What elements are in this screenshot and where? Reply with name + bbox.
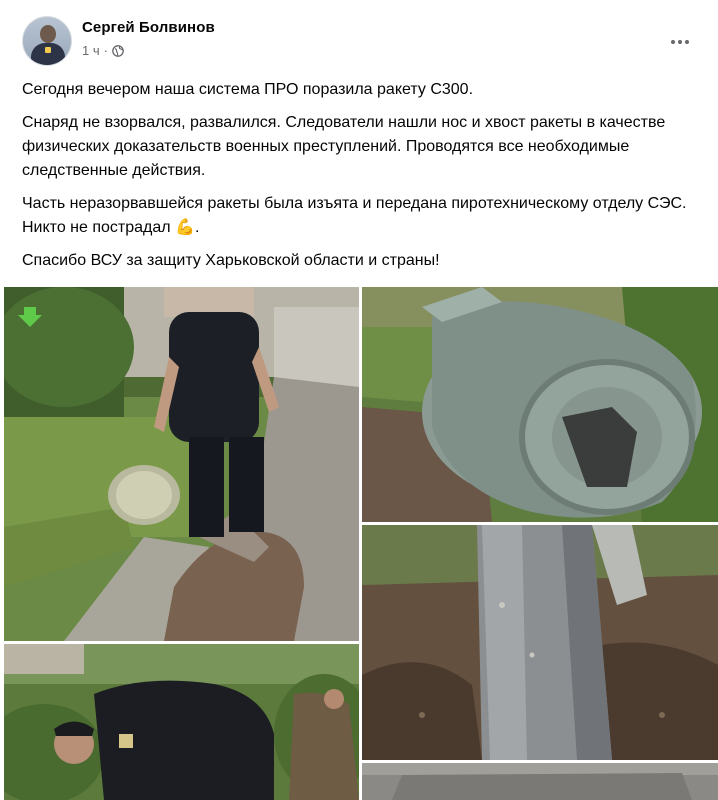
post-meta: 1 ч · (82, 43, 124, 58)
photo-officers-crouching[interactable] (4, 644, 359, 800)
author-name[interactable]: Сергей Болвинов (82, 19, 215, 36)
globe-icon[interactable] (112, 44, 124, 57)
photo-missile-tail[interactable] (362, 287, 718, 522)
post-paragraph: Спасибо ВСУ за защиту Харьковской област… (22, 252, 440, 269)
author-avatar[interactable] (22, 16, 72, 66)
post-header: Сергей Болвинов 1 ч · (22, 16, 702, 66)
post-paragraph: Сегодня вечером наша система ПРО поразил… (22, 81, 474, 98)
facebook-post: Сергей Болвинов 1 ч · Сегодня вечером на… (0, 0, 718, 800)
photo-officer-with-debris[interactable] (4, 287, 359, 641)
photo-missile-nose[interactable] (362, 525, 718, 760)
more-options-icon (671, 40, 675, 44)
meta-separator: · (103, 43, 108, 58)
post-paragraph: Часть неразорвавшейся ракеты была изъята… (22, 195, 687, 236)
photo-gallery (4, 287, 718, 800)
post-paragraph: Снаряд не взорвался, развалился. Следова… (22, 114, 666, 179)
post-text: Сегодня вечером наша система ПРО поразил… (22, 78, 702, 282)
post-time[interactable]: 1 ч (82, 43, 100, 58)
photo-partial[interactable] (362, 763, 718, 800)
more-options-button[interactable] (662, 24, 698, 60)
